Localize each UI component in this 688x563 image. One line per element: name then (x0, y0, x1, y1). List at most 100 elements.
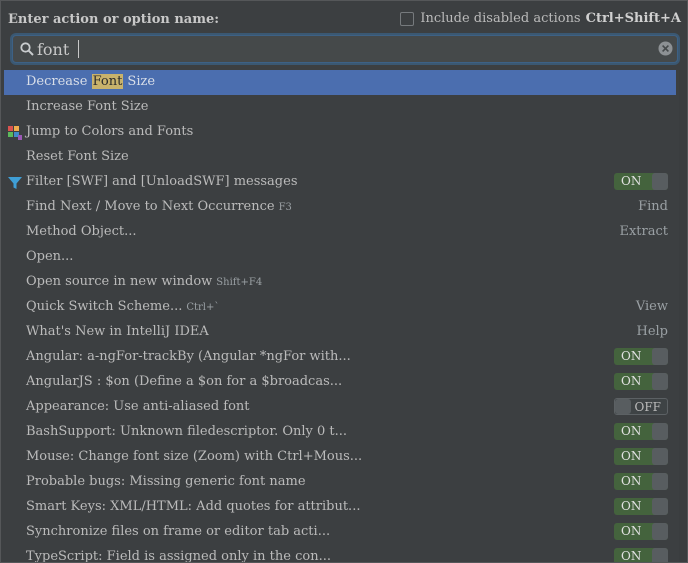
result-item[interactable]: Smart Keys: XML/HTML: Add quotes for att… (4, 495, 676, 520)
result-label-text: AngularJS : $on (Define a $on for a $bro… (26, 374, 343, 389)
result-label-text: Smart Keys: XML/HTML: Add quotes for att… (26, 499, 361, 514)
find-action-popup: Enter action or option name: Include dis… (0, 0, 688, 563)
result-label-text: Method Object... (26, 224, 137, 239)
prompt-label: Enter action or option name: (8, 12, 220, 27)
option-toggle[interactable]: ON (614, 173, 668, 190)
action-group-label: Help (636, 324, 668, 339)
result-item-label: Synchronize files on frame or editor tab… (26, 524, 330, 539)
option-toggle[interactable]: ON (614, 523, 668, 540)
toggle-state-label: ON (621, 474, 642, 488)
option-toggle[interactable]: ON (614, 473, 668, 490)
result-item[interactable]: Decrease Font Size (4, 70, 676, 95)
result-item-label: Increase Font Size (26, 99, 148, 114)
option-toggle[interactable]: ON (614, 348, 668, 365)
result-item[interactable]: Jump to Colors and Fonts (4, 120, 676, 145)
search-match-highlight: Font (91, 74, 124, 89)
toggle-knob (652, 373, 668, 390)
result-label-text: Open source in new window (26, 274, 213, 289)
shortcut-hint: Shift+F4 (216, 277, 263, 288)
result-label-text: Quick Switch Scheme... (26, 299, 183, 314)
result-item-label: BashSupport: Unknown filedescriptor. Onl… (26, 424, 347, 439)
toggle-state-label: ON (621, 174, 642, 188)
result-label-text: Increase Font Size (26, 99, 149, 114)
result-item[interactable]: Increase Font Size (4, 95, 676, 120)
result-item-label: Smart Keys: XML/HTML: Add quotes for att… (26, 499, 360, 514)
toggle-knob (652, 173, 668, 190)
result-label-text: Jump to Colors and Fonts (26, 124, 194, 139)
result-item[interactable]: BashSupport: Unknown filedescriptor. Onl… (4, 420, 676, 445)
result-item-label: Angular: a-ngFor-trackBy (Angular *ngFor… (26, 349, 351, 364)
toggle-state-label: ON (621, 449, 642, 463)
result-item-label: Find Next / Move to Next Occurrence F3 (26, 199, 292, 214)
result-label-text: Reset Font Size (26, 149, 129, 164)
shortcut-hint: F3 (278, 202, 292, 213)
toggle-knob (652, 548, 668, 562)
results-scrollbar[interactable] (679, 70, 687, 562)
result-item[interactable]: Filter [SWF] and [UnloadSWF] messages ON (4, 170, 676, 195)
result-label-text: BashSupport: Unknown filedescriptor. Onl… (26, 424, 348, 439)
toggle-knob (615, 399, 631, 414)
result-label-text: Size (123, 74, 156, 89)
toggle-state-label: OFF (634, 400, 662, 414)
result-label-text: What's New in IntelliJ IDEA (26, 324, 209, 339)
popup-header: Enter action or option name: Include dis… (1, 1, 687, 67)
result-item[interactable]: Synchronize files on frame or editor tab… (4, 520, 676, 545)
result-item[interactable]: Reset Font Size (4, 145, 676, 170)
toggle-knob (652, 448, 668, 465)
result-item[interactable]: Method Object... Extract (4, 220, 676, 245)
result-item[interactable]: Open source in new window Shift+F4 (4, 270, 676, 295)
search-field[interactable] (12, 35, 678, 63)
result-item[interactable]: Probable bugs: Missing generic font name… (4, 470, 676, 495)
result-item-label: Open... (26, 249, 73, 264)
option-toggle[interactable]: ON (614, 448, 668, 465)
toggle-knob (652, 348, 668, 365)
result-item-label: Appearance: Use anti-aliased font (26, 399, 250, 414)
include-disabled-option[interactable]: Include disabled actions Ctrl+Shift+A (400, 11, 681, 26)
result-item[interactable]: TypeScript: Field is assigned only in th… (4, 545, 676, 563)
result-item-label: Probable bugs: Missing generic font name (26, 474, 306, 489)
result-label-text: Filter [SWF] and [UnloadSWF] messages (26, 174, 298, 189)
toggle-knob (652, 498, 668, 515)
result-label-text: Angular: a-ngFor-trackBy (Angular *ngFor… (26, 349, 351, 364)
toggle-state-label: ON (621, 374, 642, 388)
result-label-text: Mouse: Change font size (Zoom) with Ctrl… (26, 449, 363, 464)
option-toggle[interactable]: ON (614, 548, 668, 563)
toggle-knob (652, 523, 668, 540)
action-group-label: View (635, 299, 668, 314)
results-list: Decrease Font Size Increase Font Size Jump… (4, 70, 676, 562)
result-item[interactable]: Quick Switch Scheme... Ctrl+` View (4, 295, 676, 320)
toggle-knob (652, 423, 668, 440)
result-item[interactable]: What's New in IntelliJ IDEA Help (4, 320, 676, 345)
search-icon (20, 42, 34, 56)
toggle-state-label: ON (621, 524, 642, 538)
result-label-text: Decrease (26, 74, 92, 89)
result-label-text: TypeScript: Field is assigned only in th… (26, 549, 331, 563)
toggle-state-label: ON (621, 549, 642, 563)
include-disabled-checkbox[interactable] (400, 11, 415, 26)
search-input[interactable] (37, 38, 647, 60)
result-item-label: AngularJS : $on (Define a $on for a $bro… (26, 374, 342, 389)
result-item-label: What's New in IntelliJ IDEA (26, 324, 209, 339)
clear-search-icon[interactable] (658, 41, 673, 56)
result-item[interactable]: Find Next / Move to Next Occurrence F3 Fin… (4, 195, 676, 220)
toggle-state-label: ON (621, 424, 642, 438)
include-disabled-shortcut: Ctrl+Shift+A (585, 11, 681, 26)
result-item-label: Mouse: Change font size (Zoom) with Ctrl… (26, 449, 362, 464)
result-item-label: Decrease Font Size (26, 74, 155, 89)
result-item[interactable]: Appearance: Use anti-aliased font OFF (4, 395, 676, 420)
result-item[interactable]: Mouse: Change font size (Zoom) with Ctrl… (4, 445, 676, 470)
option-toggle[interactable]: ON (614, 373, 668, 390)
result-item[interactable]: Angular: a-ngFor-trackBy (Angular *ngFor… (4, 345, 676, 370)
option-toggle[interactable]: ON (614, 423, 668, 440)
result-item-label: Filter [SWF] and [UnloadSWF] messages (26, 174, 298, 189)
result-item[interactable]: AngularJS : $on (Define a $on for a $bro… (4, 370, 676, 395)
include-disabled-label[interactable]: Include disabled actions (420, 11, 580, 26)
toggle-knob (652, 473, 668, 490)
result-item-label: Jump to Colors and Fonts (26, 124, 193, 139)
option-toggle[interactable]: OFF (614, 398, 668, 415)
result-label-text: Synchronize files on frame or editor tab… (26, 524, 331, 539)
toggle-state-label: ON (621, 349, 642, 363)
result-item[interactable]: Open... (4, 245, 676, 270)
result-label-text: Find Next / Move to Next Occurrence (26, 199, 275, 214)
option-toggle[interactable]: ON (614, 498, 668, 515)
